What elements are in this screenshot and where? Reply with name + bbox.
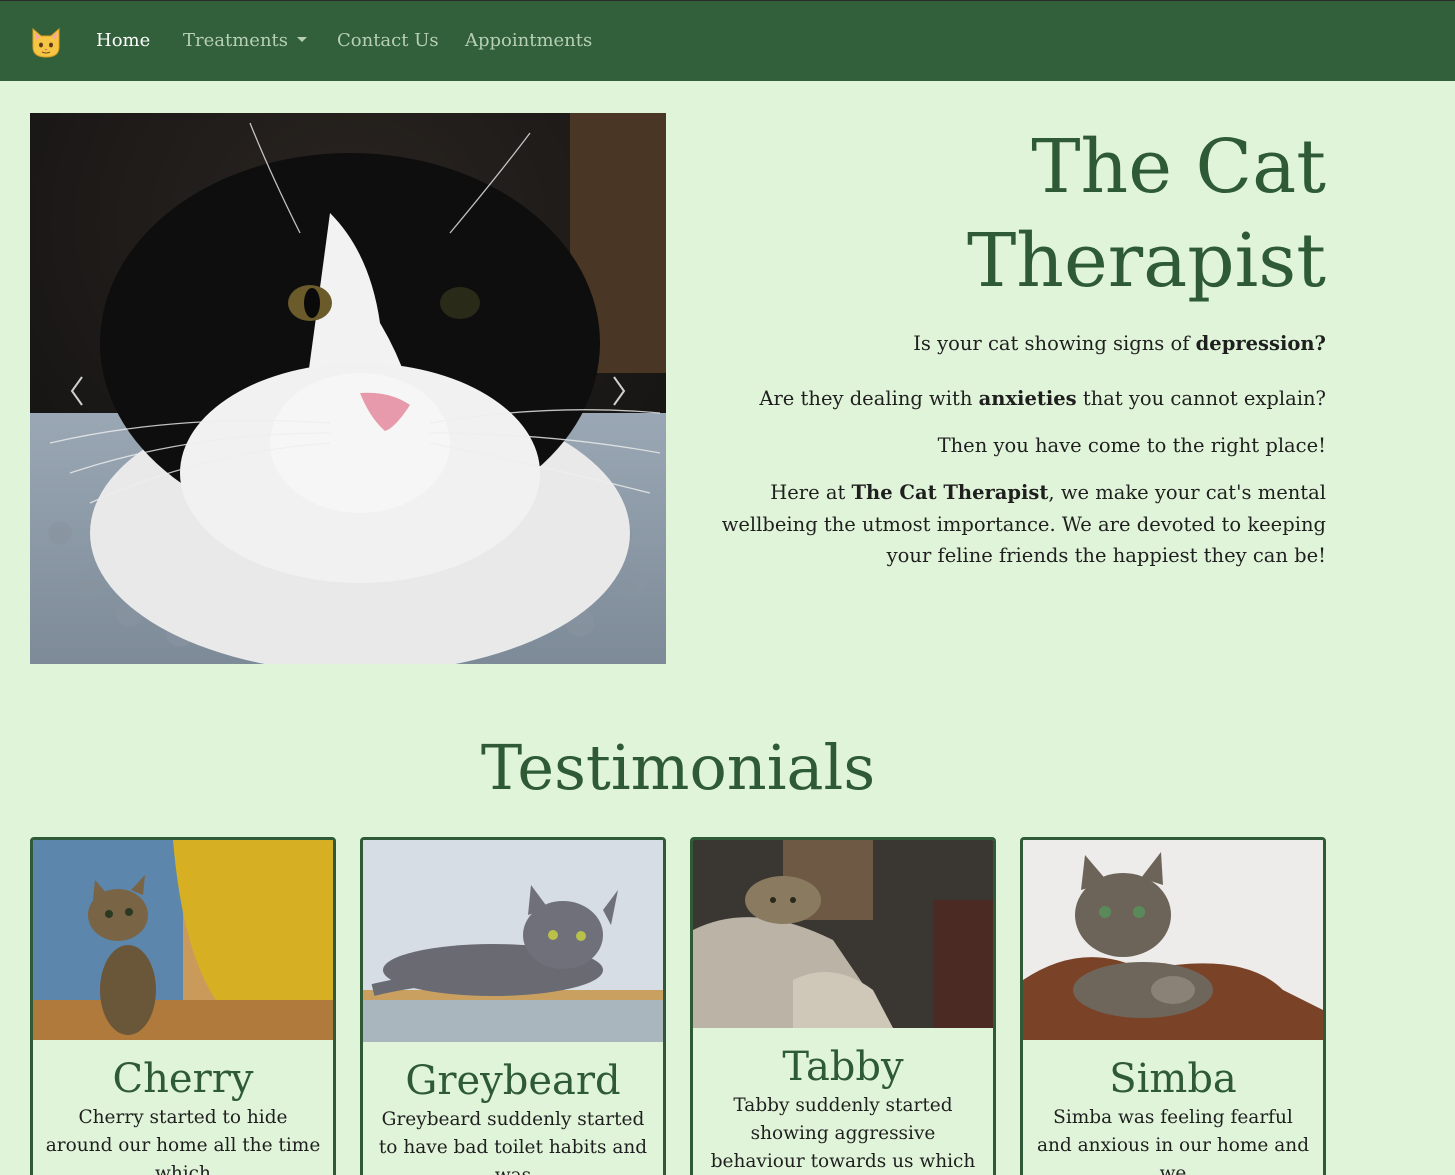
chevron-right-icon[interactable] — [604, 371, 634, 431]
tabby-photo — [693, 840, 993, 1028]
hero-p2-text: Are they dealing with — [759, 387, 979, 410]
cat-face-icon[interactable] — [29, 25, 63, 59]
hero-carousel — [30, 113, 666, 664]
simba-photo — [1023, 840, 1323, 1040]
hero-paragraph-3: Then you have come to the right place! — [937, 434, 1326, 457]
card-text-simba: Simba was feeling fearful and anxious in… — [1036, 1107, 1310, 1175]
nav-contact-us[interactable]: Contact Us — [337, 29, 439, 53]
card-text-greybeard: Greybeard suddenly started to have bad t… — [378, 1109, 648, 1175]
card-name-cherry: Cherry — [112, 1056, 254, 1102]
nav-appointments[interactable]: Appointments — [465, 29, 592, 53]
card-text-tabby: Tabby suddenly started showing aggressiv… — [710, 1095, 976, 1172]
hero-p4-bold: The Cat Therapist — [851, 481, 1049, 504]
cherry-photo — [33, 840, 333, 1040]
testimonial-card-simba: Simba Simba was feeling fearful and anxi… — [1020, 837, 1326, 1175]
testimonial-card-tabby: Tabby Tabby suddenly started showing agg… — [690, 837, 996, 1175]
hero-p1-text: Is your cat showing signs of — [913, 332, 1196, 355]
hero-paragraph-4: Here at The Cat Therapist, we make your … — [686, 477, 1326, 572]
greybeard-photo — [363, 840, 663, 1042]
hero-paragraph-1: Is your cat showing signs of depression? — [686, 328, 1326, 360]
hero-p1-bold: depression? — [1195, 332, 1326, 355]
card-text-cherry: Cherry started to hide around our home a… — [45, 1107, 321, 1175]
card-name-simba: Simba — [1109, 1056, 1237, 1102]
title-line-2: Therapist — [966, 218, 1326, 304]
hero-p4-text: Here at — [770, 481, 852, 504]
page-title: The Cat Therapist — [726, 120, 1326, 308]
carousel-cat-photo — [30, 113, 666, 664]
testimonials-heading: Testimonials — [480, 731, 876, 804]
card-name-greybeard: Greybeard — [405, 1058, 621, 1104]
testimonial-card-cherry: Cherry Cherry started to hide around our… — [30, 837, 336, 1175]
card-name-tabby: Tabby — [782, 1044, 904, 1090]
title-line-1: The Cat — [1031, 124, 1326, 210]
nav-treatments-label: Treatments — [183, 30, 289, 51]
hero-p2-bold: anxieties — [978, 387, 1077, 410]
chevron-left-icon[interactable] — [64, 371, 94, 431]
nav-treatments-dropdown[interactable]: Treatments — [183, 29, 308, 53]
testimonial-card-greybeard: Greybeard Greybeard suddenly started to … — [360, 837, 666, 1175]
hero-paragraph-2: Are they dealing with anxieties that you… — [686, 383, 1326, 415]
navbar: Home Treatments Contact Us Appointments — [0, 0, 1455, 81]
nav-home[interactable]: Home — [96, 29, 150, 53]
hero-p2-suffix: that you cannot explain? — [1076, 387, 1326, 410]
caret-down-icon — [297, 37, 308, 42]
